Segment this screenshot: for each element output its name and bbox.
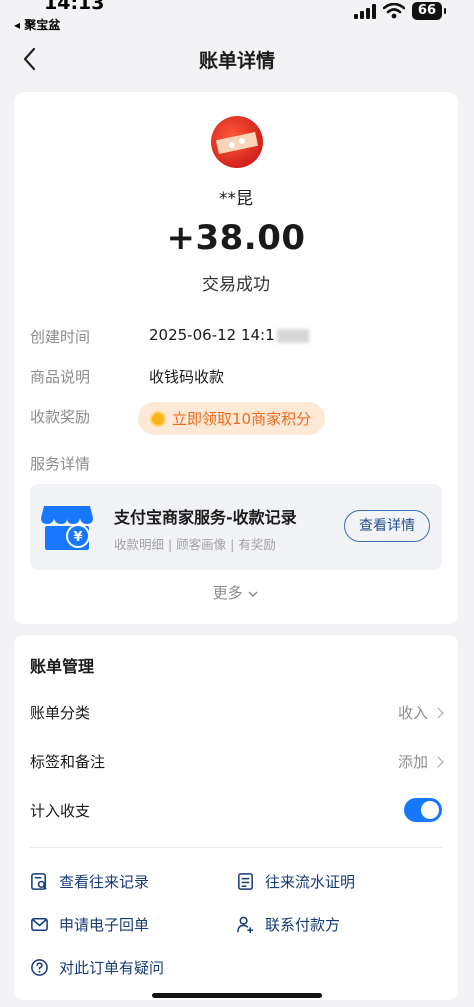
bill-category-label: 账单分类 <box>30 704 91 722</box>
transaction-amount: +38.00 <box>166 218 306 258</box>
section-title: 账单管理 <box>30 657 95 676</box>
collection-reward-label: 收款奖励 <box>30 408 91 426</box>
claim-points-button[interactable]: 立即领取10商家积分 <box>138 402 326 435</box>
home-indicator[interactable] <box>152 993 322 998</box>
battery-indicator: 66 <box>411 2 447 20</box>
status-time: 14:13 <box>44 0 105 14</box>
payer-name: **昆 <box>219 189 253 209</box>
create-time-label: 创建时间 <box>30 328 91 346</box>
navigation-bar: 账单详情 <box>0 40 474 80</box>
order-question-label: 对此订单有疑问 <box>59 959 165 977</box>
more-toggle[interactable]: 更多 <box>14 582 458 603</box>
service-title: 支付宝商家服务-收款记录 <box>114 508 297 527</box>
back-to-app-link[interactable]: ◂ 聚宝盆 <box>14 16 60 33</box>
bill-category-selector[interactable]: 收入 <box>397 702 444 723</box>
tags-notes-value: 添加 <box>397 753 428 771</box>
divider <box>30 847 442 848</box>
electronic-receipt-label: 申请电子回单 <box>59 916 150 934</box>
transaction-statement-link[interactable]: 往来流水证明 <box>236 871 355 892</box>
chevron-right-icon <box>432 706 444 719</box>
status-bar: 14:13 ◂ 聚宝盆 66 <box>0 0 474 32</box>
storefront-icon: ¥ <box>41 506 93 550</box>
view-history-link[interactable]: 查看往来记录 <box>30 871 149 892</box>
contact-person-icon <box>237 916 254 934</box>
product-description-value: 收钱码收款 <box>149 368 225 386</box>
bill-category-value: 收入 <box>397 704 428 722</box>
include-income-expense-toggle[interactable] <box>404 798 442 822</box>
order-question-link[interactable]: 对此订单有疑问 <box>30 957 164 978</box>
transaction-statement-label: 往来流水证明 <box>265 873 356 891</box>
svg-text:¥: ¥ <box>73 530 82 545</box>
statement-document-icon <box>238 873 253 890</box>
view-history-label: 查看往来记录 <box>59 873 150 891</box>
include-income-expense-label: 计入收支 <box>30 802 91 820</box>
electronic-receipt-link[interactable]: 申请电子回单 <box>30 914 149 935</box>
tags-notes-label: 标签和备注 <box>30 753 106 771</box>
cellular-signal-icon <box>353 3 376 19</box>
chevron-right-icon <box>432 755 444 768</box>
payer-avatar[interactable] <box>211 116 263 168</box>
transaction-status: 交易成功 <box>202 275 270 295</box>
tags-notes-add[interactable]: 添加 <box>397 751 444 772</box>
bill-management-card: 账单管理 账单分类 收入 标签和备注 添加 计入收支 查看往来记录 往来流水证明 <box>14 635 458 1000</box>
product-description-label: 商品说明 <box>30 368 91 386</box>
merchant-service-card[interactable]: ¥ 支付宝商家服务-收款记录 收款明细 | 顾客画像 | 有奖励 查看详情 <box>30 484 442 570</box>
contact-payer-link[interactable]: 联系付款方 <box>236 914 340 935</box>
page-title: 账单详情 <box>198 50 275 72</box>
status-icons: 66 <box>353 2 447 20</box>
chevron-down-icon <box>248 590 258 597</box>
claim-points-label: 立即领取10商家积分 <box>172 410 312 428</box>
bill-detail-card: **昆 +38.00 交易成功 创建时间 2025-06-12 14:1 商品说… <box>14 92 458 624</box>
document-search-icon <box>31 873 47 890</box>
toggle-knob <box>421 801 439 819</box>
redacted-mask <box>276 328 309 343</box>
more-label: 更多 <box>212 584 243 602</box>
service-subtitle: 收款明细 | 顾客画像 | 有奖励 <box>114 537 276 552</box>
envelope-icon <box>31 918 48 931</box>
service-details-label: 服务详情 <box>30 455 91 473</box>
view-details-button[interactable]: 查看详情 <box>344 510 430 542</box>
coin-icon <box>150 410 166 427</box>
question-circle-icon <box>31 959 48 976</box>
create-time-text: 2025-06-12 14:1 <box>149 326 275 344</box>
wifi-icon <box>382 3 405 19</box>
create-time-value: 2025-06-12 14:1 <box>149 326 309 344</box>
contact-payer-label: 联系付款方 <box>265 916 341 934</box>
